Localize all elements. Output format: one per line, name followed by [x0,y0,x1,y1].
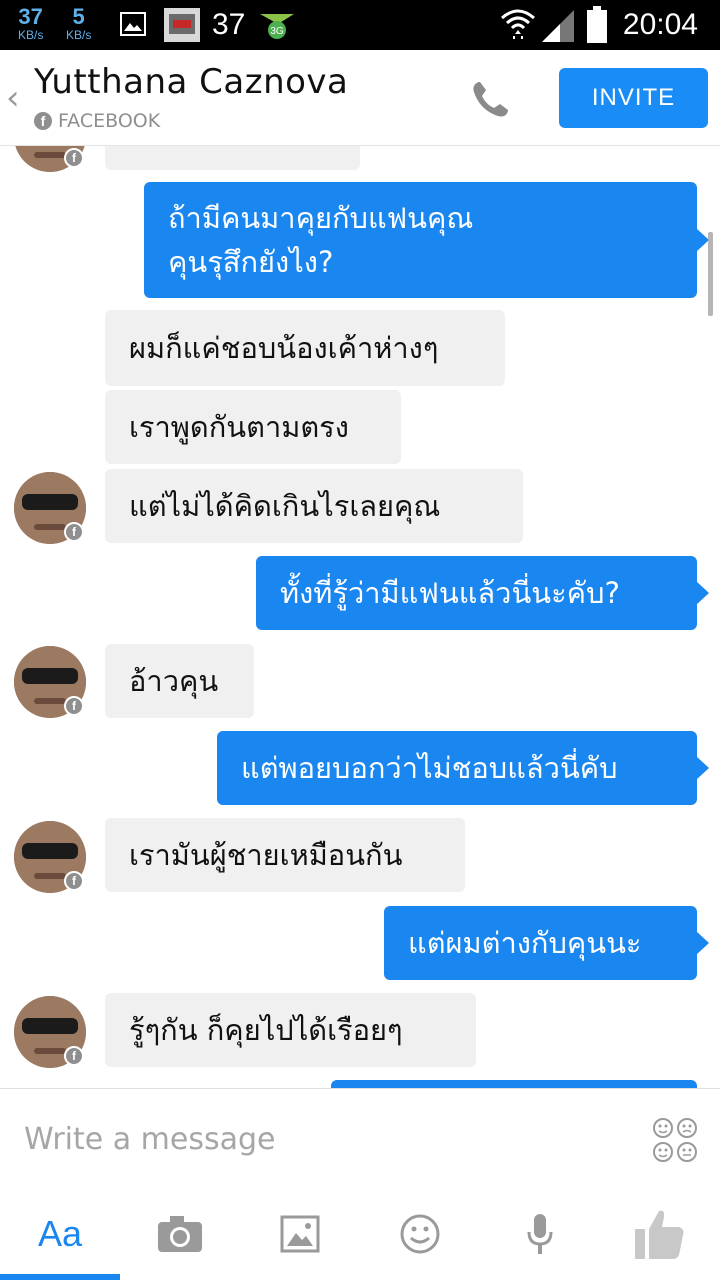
stickers-icon[interactable] [652,1117,698,1163]
source-label: f FACEBOOK [34,110,160,132]
like-button[interactable] [600,1188,720,1280]
active-tab-indicator [0,1274,120,1280]
message-bubble-outgoing[interactable]: แต่พอยบอกว่าไม่ชอบแล้วนี่คับ [217,731,709,805]
image-icon [120,12,146,36]
back-arrow-icon[interactable]: ‹ [6,78,20,118]
invite-button[interactable]: INVITE [559,68,708,128]
status-bar: 37 KB/s 5 KB/s 37 3G 20:04 [0,0,720,50]
svg-text:3G: 3G [270,26,284,37]
message-composer [0,1088,720,1188]
thread-scrollbar[interactable] [708,232,713,316]
message-bubble-outgoing[interactable] [331,1080,697,1088]
emoji-icon [400,1214,440,1254]
facebook-badge-icon: f [64,522,84,542]
message-bubble-incoming[interactable]: เรามันผู้ชายเหมือนกัน [105,818,465,892]
contact-name[interactable]: Yutthana Caznova [34,62,348,102]
facebook-badge-icon: f [64,696,84,716]
text-tab[interactable]: Aa [0,1188,120,1280]
phone-call-icon[interactable] [466,76,514,124]
microphone-icon [527,1214,553,1254]
message-line: คุนรุสึกยังไง? [168,245,334,279]
message-bubble-outgoing[interactable]: แต่ผมต่างกับคุนนะ [384,906,709,980]
message-line: ถ้ามีคนมาคุยกับแฟนคุณ [168,201,474,235]
gallery-icon [280,1215,320,1253]
3g-icon: 3G [260,14,294,39]
message-bubble-incoming[interactable]: อ้าวคุน [105,644,254,718]
facebook-badge-icon: f [64,1046,84,1066]
battery-icon [587,6,607,43]
camera-button[interactable] [120,1188,240,1280]
facebook-badge-icon: f [64,871,84,891]
message-bubble-incoming[interactable] [105,146,360,170]
source-text: FACEBOOK [58,110,161,132]
download-speed-value: 37 [18,4,43,29]
download-speed: 37 KB/s [18,4,44,43]
voice-button[interactable] [480,1188,600,1280]
upload-speed: 5 KB/s [66,4,92,43]
composer-toolbar: Aa [0,1188,720,1280]
upload-speed-unit: KB/s [66,28,92,42]
message-bubble-outgoing[interactable]: ทั้งที่รู้ว่ามีแฟนแล้วนี่นะคับ? [256,556,709,630]
download-speed-unit: KB/s [18,28,44,42]
wifi-icon [501,9,535,39]
notification-count: 37 [212,8,246,41]
message-bubble-incoming[interactable]: รู้ๆกัน ก็คุยไปได้เรือยๆ [105,993,476,1067]
facebook-icon: f [34,112,52,130]
like-icon [635,1210,684,1259]
message-bubble-incoming[interactable]: เราพูดกันตามตรง [105,390,401,464]
clock: 20:04 [622,8,698,41]
message-input[interactable] [24,1119,624,1159]
upload-speed-value: 5 [72,4,85,29]
message-thread: f ถ้ามีคนมาคุยกับแฟนคุณ คุนรุสึกยังไง? ผ… [0,146,720,1088]
gallery-button[interactable] [240,1188,360,1280]
text-tab-label: Aa [37,1213,83,1254]
conversation-header: ‹ Yutthana Caznova f FACEBOOK INVITE [0,50,720,146]
app-icon [164,8,200,42]
message-bubble-incoming[interactable]: แต่ไม่ได้คิดเกินไรเลยคุณ [105,469,523,543]
camera-icon [158,1216,202,1252]
emoji-button[interactable] [360,1188,480,1280]
signal-icon [542,10,574,42]
message-bubble-outgoing[interactable]: ถ้ามีคนมาคุยกับแฟนคุณ คุนรุสึกยังไง? [144,182,709,298]
message-bubble-incoming[interactable]: ผมก็แค่ชอบน้องเค้าห่างๆ [105,310,505,386]
facebook-badge-icon: f [64,148,84,168]
